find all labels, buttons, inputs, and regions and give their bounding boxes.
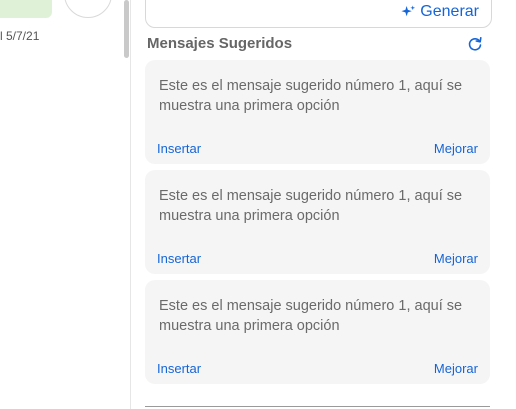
refresh-icon[interactable] [467, 36, 483, 52]
chat-pane: l 5/7/21 [0, 0, 129, 409]
insert-link[interactable]: Insertar [157, 361, 201, 376]
avatar[interactable] [64, 0, 112, 18]
suggestion-card: Este es el mensaje sugerido número 1, aq… [145, 280, 490, 384]
improve-link[interactable]: Mejorar [434, 251, 478, 266]
suggestion-card: Este es el mensaje sugerido número 1, aq… [145, 170, 490, 274]
generate-button[interactable]: Generar [401, 1, 479, 23]
section-title: Mensajes Sugeridos [147, 35, 293, 52]
sparkle-icon [401, 4, 416, 20]
improve-link[interactable]: Mejorar [434, 141, 478, 156]
improve-link[interactable]: Mejorar [434, 361, 478, 376]
chat-scrollbar[interactable] [124, 0, 129, 58]
chat-message-bubble [0, 0, 52, 18]
suggestion-text: Este es el mensaje sugerido número 1, aq… [159, 188, 463, 224]
assistant-panel: Generar Mensajes Sugeridos Este es el me… [131, 0, 516, 409]
generate-card: Generar [145, 0, 492, 28]
input-border [145, 406, 490, 407]
generate-label: Generar [420, 3, 479, 20]
insert-link[interactable]: Insertar [157, 141, 201, 156]
suggestion-text: Este es el mensaje sugerido número 1, aq… [159, 298, 463, 334]
insert-link[interactable]: Insertar [157, 251, 201, 266]
chat-message-date: l 5/7/21 [0, 29, 40, 43]
suggestion-card: Este es el mensaje sugerido número 1, aq… [145, 60, 490, 164]
suggestion-text: Este es el mensaje sugerido número 1, aq… [159, 78, 463, 114]
